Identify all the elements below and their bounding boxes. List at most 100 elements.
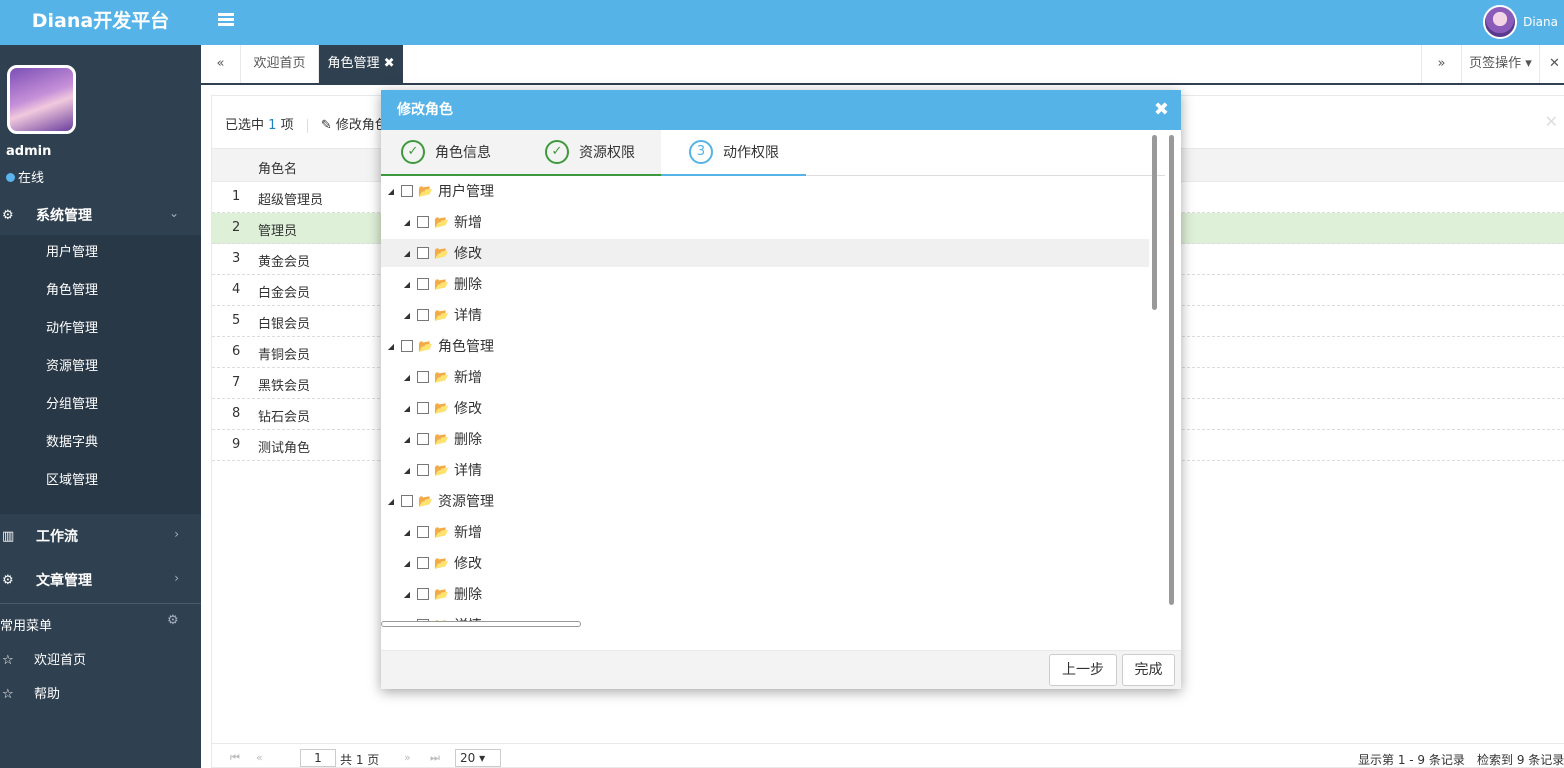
folder-open-icon: 📂 <box>434 401 449 415</box>
step-resource-permission[interactable]: ✓ 资源权限 <box>519 130 661 176</box>
tree-node[interactable]: ◢ 📂 新增 <box>381 363 1149 391</box>
expand-toggle-icon[interactable]: ◢ <box>385 342 397 351</box>
tree-node[interactable]: ◢ 📂 资源管理 <box>381 487 1149 515</box>
sidebar-group-system[interactable]: ⚙ 系统管理 ⌄ <box>0 193 201 237</box>
expand-toggle-icon[interactable]: ◢ <box>401 249 413 258</box>
close-icon[interactable]: ✖ <box>384 56 395 71</box>
permission-checkbox[interactable] <box>417 526 429 538</box>
tabs-scroll-left-icon[interactable]: « <box>201 45 241 83</box>
tree-node-label: 新增 <box>453 215 482 231</box>
tab-operations-dropdown[interactable]: 页签操作 ▾ <box>1461 45 1539 83</box>
tree-node[interactable]: ◢ 📂 修改 <box>381 394 1149 422</box>
gear-icon[interactable]: ⚙ <box>167 613 179 628</box>
expand-toggle-icon[interactable]: ◢ <box>385 187 397 196</box>
tab-role-management[interactable]: 角色管理 ✖ <box>319 45 403 83</box>
sidebar-item-resource[interactable]: 资源管理 <box>0 349 201 387</box>
tree-node[interactable]: ◢📂详情 <box>381 456 1149 484</box>
sidebar-item-action[interactable]: 动作管理 <box>0 311 201 349</box>
expand-toggle-icon[interactable]: ◢ <box>401 373 413 382</box>
expand-toggle-icon[interactable]: ◢ <box>401 435 413 444</box>
permission-checkbox[interactable] <box>417 402 429 414</box>
expand-toggle-icon[interactable]: ◢ <box>401 311 413 320</box>
sidebar-group-article[interactable]: ⚙ 文章管理 › <box>0 558 201 602</box>
user-menu[interactable]: Diana <box>1483 3 1564 41</box>
expand-toggle-icon[interactable]: ◢ <box>401 280 413 289</box>
close-all-tabs-icon[interactable]: ✕ <box>1539 45 1564 83</box>
sidebar-item-region[interactable]: 区域管理 <box>0 463 201 501</box>
tree-node-label: 详情 <box>453 463 482 479</box>
tree-node[interactable]: ◢📂详情 <box>381 611 1149 621</box>
step-arrow <box>806 130 818 176</box>
scrollbar-thumb[interactable] <box>1169 135 1174 605</box>
permission-checkbox[interactable] <box>417 371 429 383</box>
modal-scrollbar[interactable] <box>1168 135 1176 621</box>
permission-checkbox[interactable] <box>401 340 413 352</box>
permission-checkbox[interactable] <box>417 247 429 259</box>
expand-toggle-icon[interactable]: ◢ <box>401 528 413 537</box>
permission-checkbox[interactable] <box>417 309 429 321</box>
expand-toggle-icon[interactable]: ◢ <box>401 559 413 568</box>
menu-toggle-icon[interactable] <box>218 13 234 27</box>
prev-step-button[interactable]: 上一步 <box>1049 654 1117 686</box>
first-page-icon[interactable]: ⏮ <box>230 751 240 765</box>
tree-node[interactable]: ◢ 📂 新增 <box>381 518 1149 546</box>
tree-node[interactable]: ◢ 📂 用户管理 <box>381 179 1149 205</box>
permission-checkbox[interactable] <box>417 216 429 228</box>
page-size-select[interactable]: 20 ▾ <box>455 749 501 767</box>
tree-node[interactable]: ◢ 📂 删除 <box>381 270 1149 298</box>
permission-checkbox[interactable] <box>417 588 429 600</box>
close-icon[interactable]: ✖ <box>1154 90 1169 130</box>
step-role-info[interactable]: ✓ 角色信息 <box>381 130 519 176</box>
tree-node[interactable]: ◢ 📂 新增 <box>381 208 1149 236</box>
sidebar-divider <box>0 603 201 604</box>
edit-role-button[interactable]: ✎ 修改角色 <box>321 118 388 133</box>
sidebar-group-workflow[interactable]: ▥ 工作流 › <box>0 514 201 558</box>
step-label: 动作权限 <box>723 145 779 161</box>
sidebar-item-role[interactable]: 角色管理 <box>0 273 201 311</box>
step-action-permission[interactable]: 3 动作权限 <box>661 130 806 176</box>
expand-toggle-icon[interactable]: ◢ <box>385 497 397 506</box>
tree-node[interactable]: ◢📂详情 <box>381 301 1149 329</box>
expand-toggle-icon[interactable]: ◢ <box>401 466 413 475</box>
expand-toggle-icon[interactable]: ◢ <box>401 218 413 227</box>
folder-open-icon: 📂 <box>418 184 433 198</box>
close-icon[interactable]: ✕ <box>1545 112 1558 131</box>
tree-node[interactable]: ◢ 📂 删除 <box>381 425 1149 453</box>
role-name-cell: 黄金会员 <box>258 255 311 270</box>
tabs-scroll-right-icon[interactable]: » <box>1421 45 1461 83</box>
row-number: 2 <box>232 220 241 235</box>
role-name-cell: 钻石会员 <box>258 410 311 425</box>
tree-horizontal-scrollbar[interactable] <box>381 621 581 627</box>
expand-toggle-icon[interactable]: ◢ <box>401 404 413 413</box>
folder-open-icon: 📂 <box>434 432 449 446</box>
user-name[interactable]: Diana <box>1523 15 1558 29</box>
expand-toggle-icon[interactable]: ◢ <box>401 590 413 599</box>
folder-open-icon: 📂 <box>434 370 449 384</box>
tree-scrollbar[interactable] <box>1150 135 1159 625</box>
tree-node[interactable]: ◢ 📂 删除 <box>381 580 1149 608</box>
column-header-role-name[interactable]: 角色名 <box>258 158 297 177</box>
tab-welcome[interactable]: 欢迎首页 <box>241 45 319 83</box>
scrollbar-thumb[interactable] <box>1152 135 1157 310</box>
permission-checkbox[interactable] <box>417 433 429 445</box>
prev-page-icon[interactable]: « <box>256 751 263 764</box>
sidebar-item-dictionary[interactable]: 数据字典 <box>0 425 201 463</box>
tree-node[interactable]: ◢ 📂 修改 <box>381 549 1149 577</box>
permission-checkbox[interactable] <box>417 278 429 290</box>
page-number-input[interactable]: 1 <box>300 749 336 767</box>
tree-node[interactable]: ◢ 📂 角色管理 <box>381 332 1149 360</box>
permission-checkbox[interactable] <box>417 557 429 569</box>
sidebar-item-group[interactable]: 分组管理 <box>0 387 201 425</box>
display-range-text: 显示第 1 - 9 条记录 <box>1358 753 1465 767</box>
frequent-item-welcome[interactable]: ☆ 欢迎首页 <box>0 649 86 668</box>
finish-button[interactable]: 完成 <box>1122 654 1175 686</box>
tree-node[interactable]: ◢ 📂 修改 <box>381 239 1149 267</box>
permission-checkbox[interactable] <box>401 495 413 507</box>
permission-checkbox[interactable] <box>417 464 429 476</box>
user-avatar[interactable] <box>1483 5 1518 39</box>
frequent-item-help[interactable]: ☆ 帮助 <box>0 683 60 702</box>
next-page-icon[interactable]: » <box>404 751 411 764</box>
permission-checkbox[interactable] <box>401 185 413 197</box>
last-page-icon[interactable]: ⏭ <box>430 751 440 765</box>
sidebar-item-user[interactable]: 用户管理 <box>0 235 201 273</box>
